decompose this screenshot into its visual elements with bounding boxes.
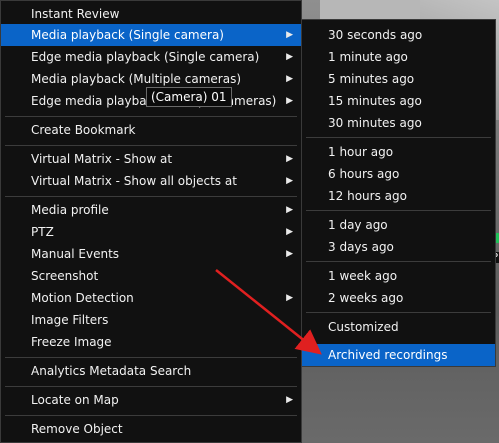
red-arrow-icon — [215, 269, 322, 355]
